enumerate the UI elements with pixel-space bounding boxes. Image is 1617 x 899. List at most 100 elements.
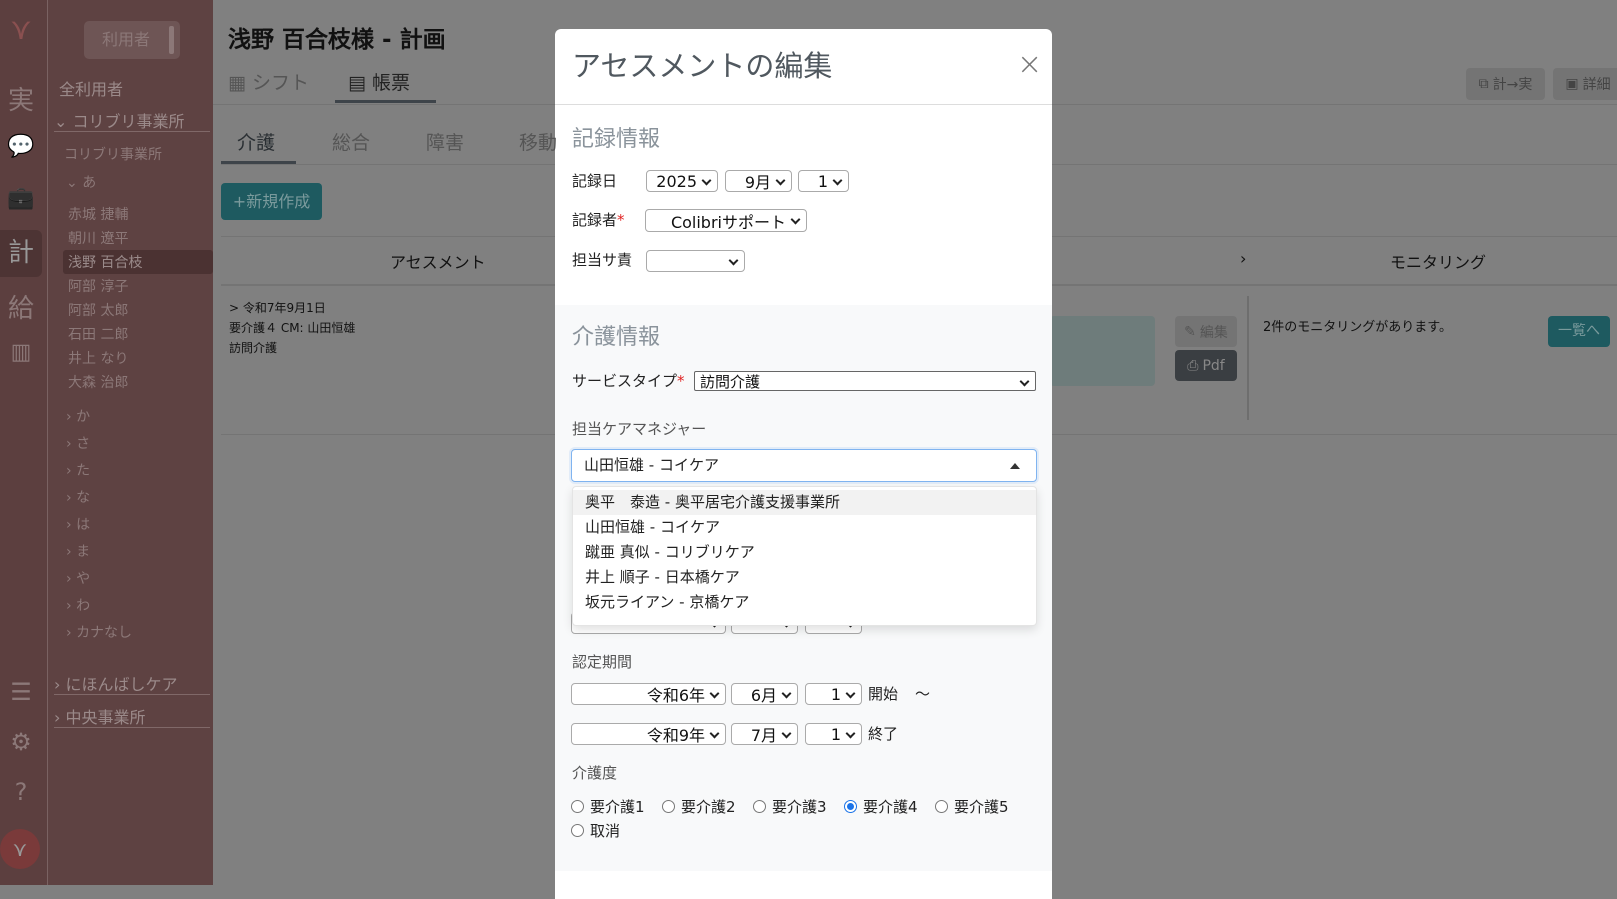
care-manager-option[interactable]: 井上 順子 - 日本橋ケア [573,565,1036,590]
end-day-select[interactable]: 1 [805,723,862,745]
sidebar-group-item[interactable]: › ま [66,541,90,561]
nav-record[interactable]: 実 [0,80,42,117]
tab-forms[interactable]: ▤ 帳票 [348,68,410,95]
radio-circle[interactable] [571,800,584,813]
new-create-button[interactable]: +新規作成 [221,183,322,220]
sidebar-user-item[interactable]: 赤城 捷輔 [68,204,128,224]
radio-label: 要介護4 [863,798,918,816]
subtab-item[interactable]: 介護 [237,128,275,155]
office-name: 中央事業所 [65,708,146,727]
care-manager-option[interactable]: 奥平 泰造 - 奥平居宅介護支援事業所 [573,490,1036,515]
sidebar-user-item[interactable]: 井上 なり [68,348,128,368]
staff-select[interactable] [646,250,745,272]
caret-up-icon [1010,463,1020,469]
server-icon[interactable]: ☰ [0,678,42,706]
record-year-select[interactable]: 2025 [646,170,718,192]
detail-button[interactable]: ▣ 詳細 [1553,68,1617,100]
care-manager-option[interactable]: 山田恒雄 - コイケア [573,515,1036,540]
sidebar-user-item[interactable]: 朝川 遼平 [68,228,128,248]
help-icon[interactable]: ? [0,778,42,806]
modal-title: アセスメントの編集 [572,49,833,83]
monitoring-list-button[interactable]: 一覧へ [1548,316,1610,347]
end-year-select[interactable]: 令和9年 [571,723,726,745]
recorder-label: 記録者* [572,209,625,230]
care-level-radio[interactable]: 要介護3 [753,796,827,817]
office-header-chuo[interactable]: › 中央事業所 [54,704,146,728]
sidebar-user-item[interactable]: 大森 治郎 [68,372,128,392]
subtab-item[interactable]: 移動 [519,128,557,155]
sidebar-user-item[interactable]: 浅野 百合枝 [68,252,142,272]
chart-icon[interactable]: ▥ [0,340,42,365]
office-sub-colibri[interactable]: コリブリ事業所 [64,144,162,164]
care-manager-option[interactable]: 坂元ライアン - 京橋ケア [573,590,1036,615]
end-month-select[interactable]: 7月 [731,723,798,745]
briefcase-icon[interactable]: 💼 [0,186,42,211]
radio-circle[interactable] [571,824,584,837]
tilde: 〜 [915,685,931,703]
sidebar-user-item[interactable]: 阿部 太郎 [68,300,128,320]
radio-circle[interactable] [662,800,675,813]
edit-button[interactable]: ✎ 編集 [1175,316,1237,347]
col-arrow: › [1240,249,1247,268]
office-header-colibri[interactable]: ⌄ コリブリ事業所 [54,108,185,132]
radio-circle[interactable] [753,800,766,813]
gear-icon[interactable]: ⚙ [0,728,42,756]
all-users-link[interactable]: 全利用者 [59,76,123,100]
radio-label: 取消 [590,822,621,840]
logo-circle-icon[interactable]: ⋎ [0,829,40,869]
nav-salary[interactable]: 給 [0,288,42,325]
care-level-radio[interactable]: 取消 [571,820,620,841]
radio-label: 要介護1 [590,798,645,816]
tab-shift[interactable]: ▦ シフト [228,68,309,95]
sidebar-group-item[interactable]: › は [66,514,90,534]
sidebar-group-item[interactable]: › た [66,460,90,480]
group-label: あ [82,175,97,191]
subtab-item[interactable]: 障害 [426,128,464,155]
id-card-icon: ▣ [1565,76,1579,92]
sidebar-group-item[interactable]: › わ [66,595,90,615]
sidebar-group-item[interactable]: › カナなし [66,622,132,642]
pdf-button[interactable]: ⎙ Pdf [1175,350,1237,381]
sidebar-group-item[interactable]: › や [66,568,90,588]
section-record-info: 記録情報 [572,127,661,152]
group-label: カナなし [76,625,133,641]
sidebar-group-item[interactable]: › な [66,487,90,507]
chat-icon[interactable]: 💬 [0,134,42,159]
care-manager-option[interactable]: 蹴亜 真似 - コリブリケア [573,540,1036,565]
group-label: か [76,409,91,425]
office-name: にほんばしケア [65,675,178,694]
recorder-select[interactable]: Colibriサポート [645,209,807,232]
end-label: 終了 [868,725,899,743]
sidebar-user-item[interactable]: 石田 二郎 [68,324,128,344]
service-type-select[interactable]: 訪問介護 [694,371,1036,391]
care-manager-combobox[interactable]: 山田恒雄 - コイケア [571,449,1037,482]
user-button[interactable]: 利用者 [84,21,180,59]
care-level-radio[interactable]: 要介護4 [844,796,918,817]
group-a[interactable]: ⌄ あ [66,172,96,192]
subtab-item[interactable]: 総合 [332,128,370,155]
sidebar-group-item[interactable]: › か [66,406,90,426]
start-month-select[interactable]: 6月 [731,683,798,705]
plan-to-record-button[interactable]: ⧉ 計→実 [1466,68,1545,100]
office-header-nihonbashi[interactable]: › にほんばしケア [54,671,178,695]
nav-plan[interactable]: 計 [0,230,42,277]
care-level-radio[interactable]: 要介護1 [571,796,645,817]
radio-circle[interactable] [935,800,948,813]
record-entry[interactable]: > 令和7年9月1日 要介護４ CM: 山田恒雄 訪問介護 [229,298,355,358]
close-icon[interactable]: × [1017,47,1042,82]
care-level-radio[interactable]: 要介護5 [935,796,1009,817]
assessment-edit-modal: アセスメントの編集 × 記録情報 記録日 2025 9月 1 記録者* Coli… [555,29,1052,899]
care-manager-label: 担当ケアマネジャー [572,420,707,438]
office-name: コリブリ事業所 [72,112,185,131]
sidebar-group-item[interactable]: › さ [66,433,90,453]
care-level-radio[interactable]: 要介護2 [662,796,736,817]
record-day-select[interactable]: 1 [798,170,849,192]
app-logo-icon[interactable]: ⋎ [0,12,42,47]
sidebar-user-item[interactable]: 阿部 淳子 [68,276,128,296]
section-care-info: 介護情報 [572,325,661,350]
radio-circle[interactable] [844,800,857,813]
start-day-select[interactable]: 1 [805,683,862,705]
record-month-select[interactable]: 9月 [725,170,792,192]
radio-label: 要介護3 [772,798,827,816]
start-year-select[interactable]: 令和6年 [571,683,726,705]
